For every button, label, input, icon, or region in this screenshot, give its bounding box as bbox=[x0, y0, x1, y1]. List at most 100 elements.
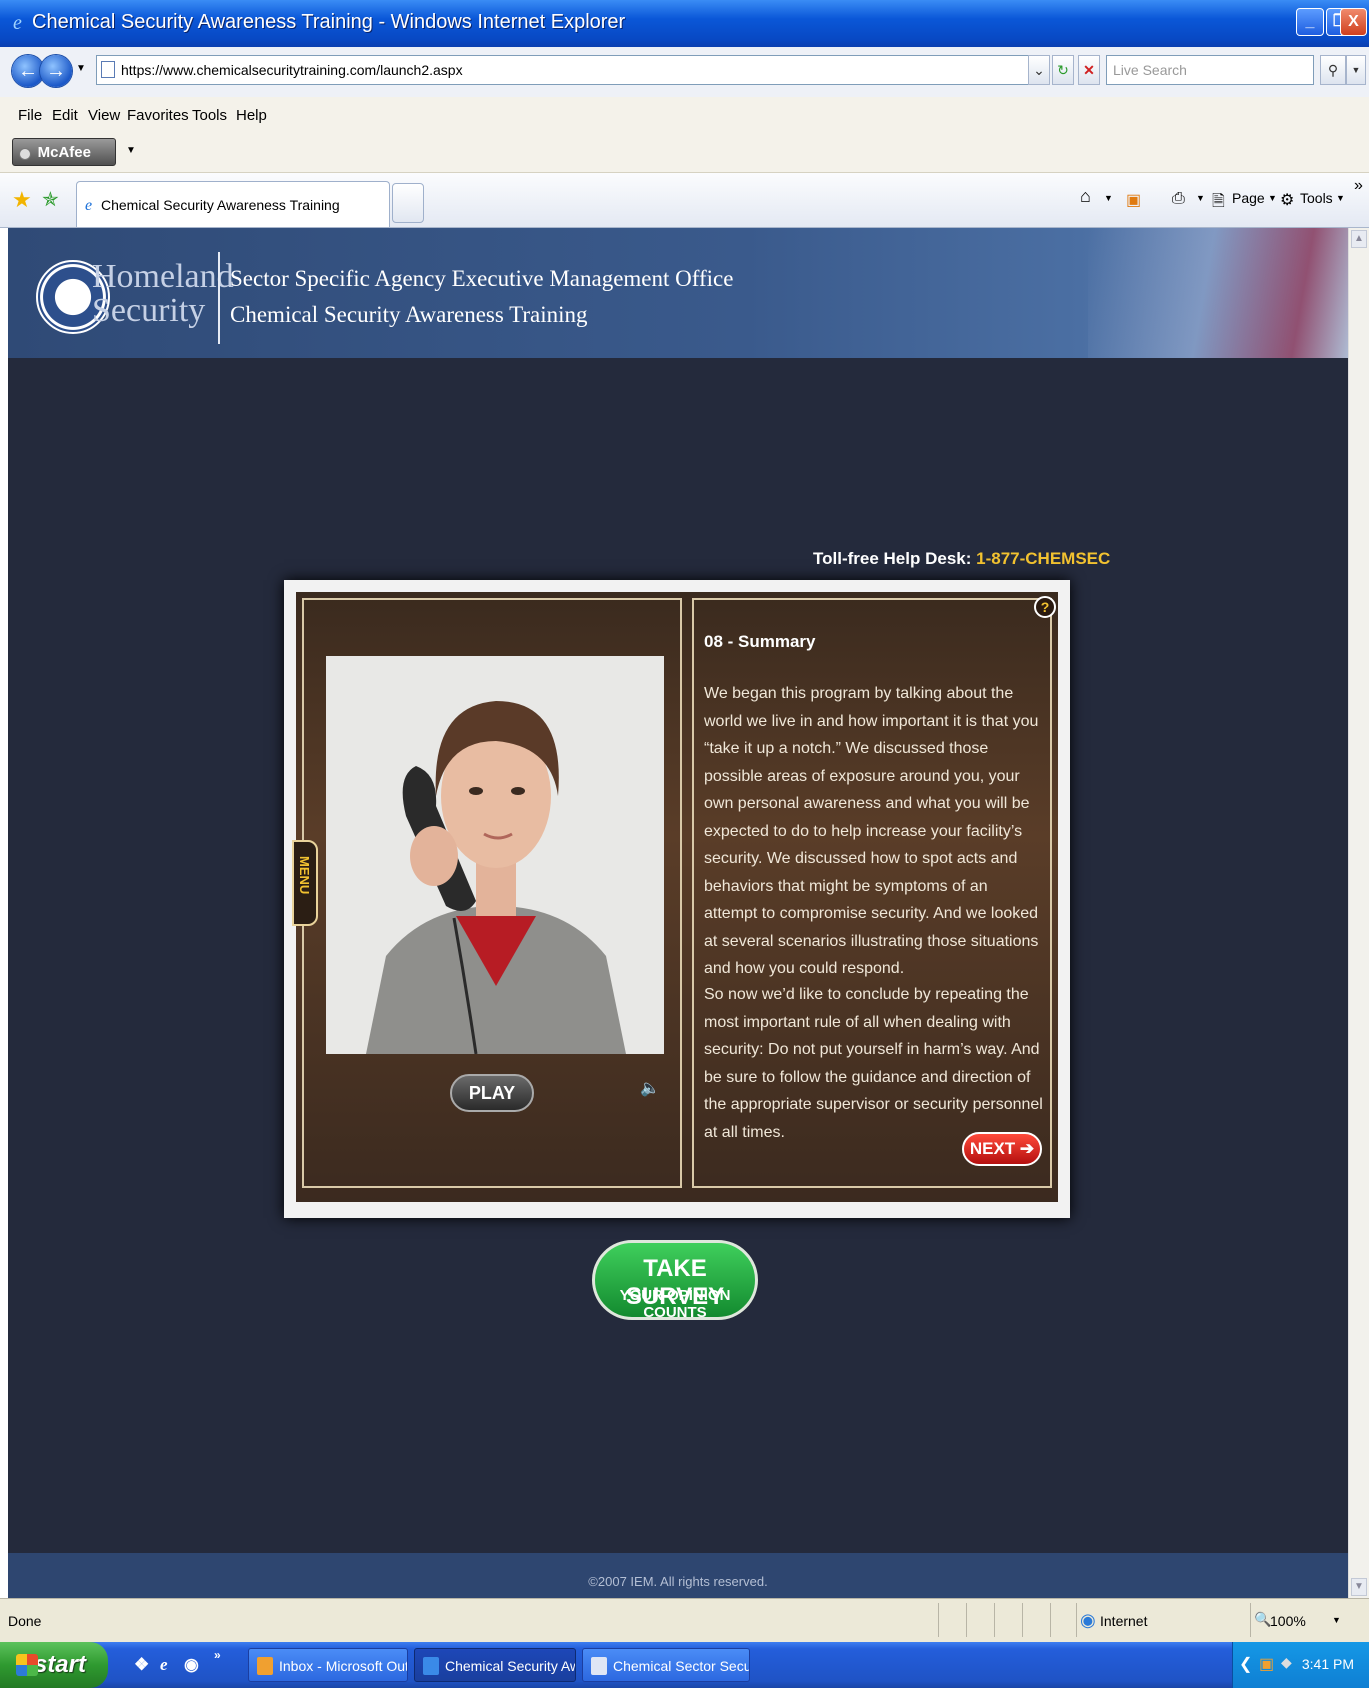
feeds-icon[interactable]: ▣ bbox=[1126, 190, 1141, 210]
header-divider bbox=[218, 252, 220, 344]
vertical-scrollbar[interactable]: ▲ ▼ bbox=[1348, 228, 1369, 1598]
minimize-button[interactable]: _ bbox=[1296, 8, 1324, 36]
quicklaunch-desktop-icon[interactable]: ❖ bbox=[134, 1655, 149, 1675]
scroll-up-icon[interactable]: ▲ bbox=[1351, 230, 1367, 248]
menu-view[interactable]: View bbox=[88, 107, 120, 124]
status-divider bbox=[994, 1603, 995, 1637]
status-divider bbox=[1250, 1603, 1251, 1637]
play-button[interactable]: PLAY bbox=[450, 1074, 534, 1112]
address-field[interactable]: https://www.chemicalsecuritytraining.com… bbox=[96, 55, 1036, 85]
status-divider bbox=[1076, 1603, 1077, 1637]
training-player: MENU PLAY 🔈 ? 08 - Summary We began this… bbox=[284, 580, 1070, 1218]
arrow-right-icon: ➔ bbox=[1019, 1139, 1035, 1158]
status-divider bbox=[966, 1603, 967, 1637]
menu-edit[interactable]: Edit bbox=[52, 107, 78, 124]
tray-expand-icon[interactable]: ❮ bbox=[1239, 1654, 1252, 1674]
print-icon[interactable]: ⎙ bbox=[1172, 190, 1185, 208]
help-icon[interactable]: ? bbox=[1034, 596, 1056, 618]
menu-favorites[interactable]: Favorites bbox=[127, 107, 189, 124]
page-content: Homeland Security Sector Specific Agency… bbox=[8, 228, 1348, 1598]
tray-network-icon[interactable]: ◆ bbox=[1281, 1654, 1292, 1671]
tab-bar: ★ ✯ e Chemical Security Awareness Traini… bbox=[0, 173, 1369, 228]
logo-homeland: Homeland bbox=[92, 258, 234, 295]
page-icon[interactable]: 🗎 bbox=[1212, 190, 1225, 217]
security-zone: Internet bbox=[1100, 1613, 1148, 1629]
taskbar-item-outlook[interactable]: Inbox - Microsoft Out... bbox=[248, 1648, 408, 1682]
menu-bar: File Edit View Favorites Tools Help bbox=[0, 97, 1369, 133]
zoom-dropdown-icon[interactable]: ▼ bbox=[1332, 1615, 1341, 1625]
ie-tab-icon: e bbox=[85, 197, 92, 212]
helpdesk-info: Toll-free Help Desk: 1-877-CHEMSEC bbox=[813, 549, 1110, 569]
summary-paragraph-2: So now we’d like to conclude by repeatin… bbox=[704, 986, 1043, 1141]
forward-button[interactable]: → bbox=[40, 55, 72, 87]
history-dropdown-icon[interactable]: ▼ bbox=[76, 63, 86, 74]
globe-icon: ◉ bbox=[1080, 1610, 1096, 1630]
quicklaunch-ie-icon[interactable]: e bbox=[160, 1655, 168, 1675]
tab-active[interactable]: e Chemical Security Awareness Training bbox=[76, 181, 390, 227]
home-icon[interactable]: ⌂ bbox=[1080, 186, 1091, 207]
home-dropdown-icon[interactable]: ▼ bbox=[1104, 193, 1113, 203]
tools-dropdown-icon[interactable]: ▼ bbox=[1336, 193, 1345, 203]
zoom-icon[interactable]: 🔍 bbox=[1254, 1611, 1271, 1628]
search-placeholder: Live Search bbox=[1113, 62, 1187, 78]
menu-help[interactable]: Help bbox=[236, 107, 267, 124]
survey-subtitle: YOUR OPINION COUNTS bbox=[619, 1287, 731, 1321]
taskbar-item-label: Chemical Sector Secu... bbox=[613, 1658, 750, 1674]
address-dropdown-button[interactable]: ⌄ bbox=[1028, 55, 1050, 85]
page-icon bbox=[101, 61, 115, 78]
windows-logo-icon bbox=[16, 1654, 38, 1676]
search-options-icon[interactable]: ▼ bbox=[1346, 55, 1366, 85]
taskbar-item-label: Chemical Security Aw... bbox=[445, 1658, 575, 1674]
tools-gear-icon[interactable]: ⚙ bbox=[1280, 190, 1294, 210]
presenter-image bbox=[326, 656, 664, 1054]
print-dropdown-icon[interactable]: ▼ bbox=[1196, 193, 1205, 203]
video-frame[interactable] bbox=[326, 656, 664, 1054]
taskbar-item-ie[interactable]: Chemical Security Aw... bbox=[414, 1648, 576, 1682]
quicklaunch-media-icon[interactable]: ◉ bbox=[184, 1655, 199, 1675]
start-label: start bbox=[33, 1651, 86, 1678]
take-survey-button[interactable]: TAKE SURVEY YOUR OPINION COUNTS bbox=[592, 1240, 758, 1321]
mcafee-dropdown-icon[interactable]: ▼ bbox=[126, 145, 136, 156]
new-tab-button[interactable] bbox=[392, 183, 424, 223]
window-title: Chemical Security Awareness Training - W… bbox=[32, 11, 626, 33]
menu-tab[interactable]: MENU bbox=[292, 840, 318, 926]
zoom-level[interactable]: 100% bbox=[1270, 1613, 1306, 1629]
refresh-icon[interactable]: ↻ bbox=[1052, 55, 1074, 85]
volume-icon[interactable]: 🔈 bbox=[640, 1078, 660, 1098]
add-favorites-icon[interactable]: ✯ bbox=[42, 187, 59, 212]
address-text: https://www.chemicalsecuritytraining.com… bbox=[121, 62, 463, 78]
next-button[interactable]: NEXT ➔ bbox=[962, 1132, 1042, 1166]
mcafee-button[interactable]: McAfee bbox=[12, 138, 116, 166]
chevron-more-icon[interactable]: » bbox=[1354, 177, 1363, 195]
address-toolbar: ← → ▼ https://www.chemicalsecuritytraini… bbox=[0, 47, 1369, 98]
ie-logo-icon: e bbox=[13, 12, 22, 32]
header-office: Sector Specific Agency Executive Managem… bbox=[230, 266, 734, 291]
site-footer: ©2007 IEM. All rights reserved. bbox=[8, 1553, 1348, 1598]
status-divider bbox=[938, 1603, 939, 1637]
helpdesk-label: Toll-free Help Desk: bbox=[813, 549, 972, 568]
menu-file[interactable]: File bbox=[18, 107, 42, 124]
menu-tools[interactable]: Tools bbox=[192, 107, 227, 124]
scroll-down-icon[interactable]: ▼ bbox=[1351, 1578, 1367, 1596]
video-panel: MENU PLAY 🔈 bbox=[292, 598, 682, 1188]
quicklaunch-more-icon[interactable]: » bbox=[214, 1648, 221, 1662]
mcafee-label: McAfee bbox=[37, 144, 91, 161]
favorites-star-icon[interactable]: ★ bbox=[12, 187, 32, 213]
start-button[interactable]: start bbox=[0, 1642, 108, 1688]
taskbar-item-label: Inbox - Microsoft Out... bbox=[279, 1658, 408, 1674]
next-label: NEXT bbox=[969, 1139, 1016, 1158]
section-title: 08 - Summary bbox=[704, 632, 816, 651]
page-dropdown-icon[interactable]: ▼ bbox=[1268, 193, 1277, 203]
summary-paragraph-1: We began this program by talking about t… bbox=[704, 685, 1039, 977]
tray-app-icon[interactable]: ▣ bbox=[1259, 1654, 1274, 1674]
outlook-icon bbox=[257, 1657, 273, 1675]
taskbar-item-word[interactable]: Chemical Sector Secu... bbox=[582, 1648, 750, 1682]
search-icon[interactable]: ⚲ bbox=[1320, 55, 1346, 85]
mcafee-toolbar: McAfee ▼ bbox=[0, 133, 1369, 173]
stop-icon[interactable]: ✕ bbox=[1078, 55, 1100, 85]
page-menu-button[interactable]: Page bbox=[1232, 190, 1265, 206]
close-button[interactable]: X bbox=[1340, 8, 1367, 36]
tools-menu-button[interactable]: Tools bbox=[1300, 190, 1333, 206]
taskbar: start ❖ e ◉ » Inbox - Microsoft Out... C… bbox=[0, 1642, 1369, 1688]
search-input[interactable]: Live Search bbox=[1106, 55, 1314, 85]
